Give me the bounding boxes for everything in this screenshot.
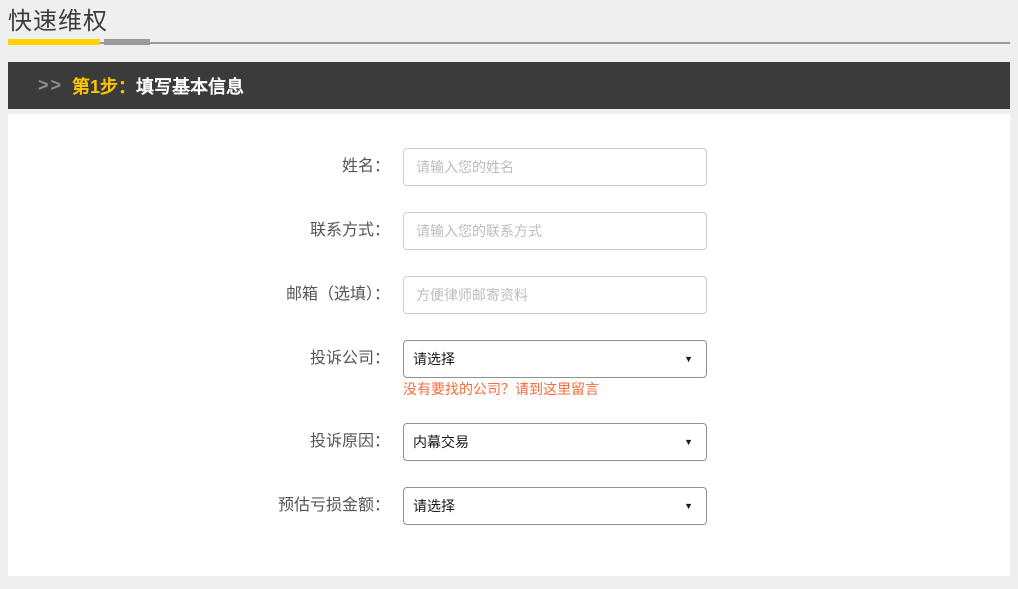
form-row-contact: 联系方式： (8, 212, 1010, 250)
estimated-loss-selected-value: 请选择 (413, 496, 455, 516)
form-row-email: 邮箱（选填）： (8, 276, 1010, 314)
contact-input[interactable] (403, 212, 707, 250)
chevron-down-icon: ▼ (684, 501, 693, 511)
name-input[interactable] (403, 148, 707, 186)
page-title: 快速维权 (8, 7, 1010, 37)
complaint-company-select[interactable]: 请选择 ▼ (403, 340, 707, 378)
contact-label: 联系方式： (8, 212, 403, 250)
step-bar: >> 第1步： 填写基本信息 (8, 62, 1010, 109)
form-row-complaint-reason: 投诉原因： 内幕交易 ▼ (8, 423, 1010, 461)
title-rule (8, 39, 1010, 45)
complaint-company-selected-value: 请选择 (413, 349, 455, 369)
chevrons-icon: >> (38, 75, 63, 96)
page: 快速维权 >> 第1步： 填写基本信息 姓名： 联系方式： (8, 0, 1010, 576)
step-label: 第1步： (72, 73, 136, 99)
chevron-down-icon: ▼ (684, 437, 693, 447)
complaint-reason-label: 投诉原因： (8, 423, 403, 461)
estimated-loss-select[interactable]: 请选择 ▼ (403, 487, 707, 525)
complaint-reason-select[interactable]: 内幕交易 ▼ (403, 423, 707, 461)
step-title: 填写基本信息 (136, 73, 244, 99)
company-feedback-link[interactable]: 没有要找的公司？请到这里留言 (403, 381, 707, 397)
name-label: 姓名： (8, 148, 403, 186)
form-panel: 姓名： 联系方式： 邮箱（选填）： 投诉公司： 请选择 ▼ (8, 114, 1010, 576)
estimated-loss-label: 预估亏损金额： (8, 487, 403, 525)
title-rule-yellow-segment (8, 39, 100, 45)
form-row-estimated-loss: 预估亏损金额： 请选择 ▼ (8, 487, 1010, 525)
form-row-name: 姓名： (8, 148, 1010, 186)
page-header: 快速维权 (8, 0, 1010, 45)
complaint-reason-selected-value: 内幕交易 (413, 432, 469, 452)
title-rule-line (8, 42, 1010, 44)
complaint-company-label: 投诉公司： (8, 340, 403, 378)
email-input[interactable] (403, 276, 707, 314)
form-row-complaint-company: 投诉公司： 请选择 ▼ 没有要找的公司？请到这里留言 (8, 340, 1010, 397)
chevron-down-icon: ▼ (684, 354, 693, 364)
email-label: 邮箱（选填）： (8, 276, 403, 314)
title-rule-gray-segment (104, 39, 150, 45)
